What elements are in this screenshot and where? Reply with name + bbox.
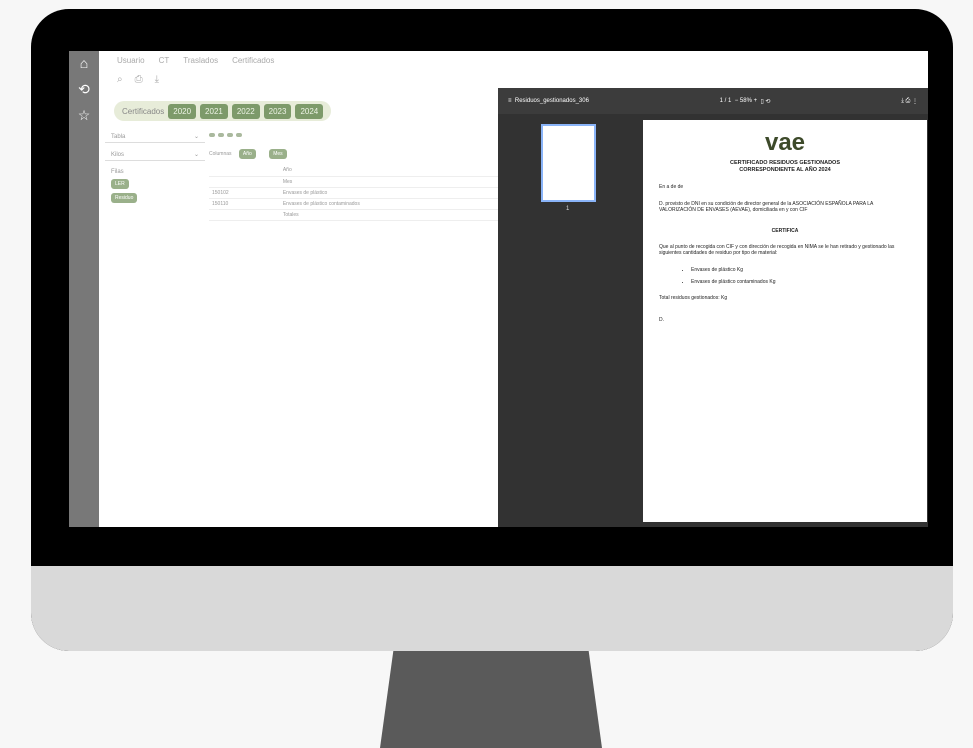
monitor-chin <box>31 566 953 651</box>
chevron-down-icon: ⌄ <box>193 134 199 140</box>
download-icon[interactable]: ⤓ <box>901 98 904 105</box>
more-icon[interactable]: ⋮ <box>912 98 918 105</box>
tabla-label: Tabla <box>111 133 126 140</box>
paragraph-1: D. provisto de DNI en su condición de di… <box>659 200 874 214</box>
signature-line: D. <box>659 317 664 323</box>
cell: 150102 <box>209 187 280 199</box>
thumbnail-number: 1 <box>566 206 570 212</box>
doc-title: CERTIFICADO RESIDUOS GESTIONADOS CORRESPO… <box>659 160 911 174</box>
total-line: Total residuos gestionados: Kg <box>659 294 728 301</box>
pdf-filename: Residuos_gestionados_306 <box>514 98 589 104</box>
cell <box>209 176 280 188</box>
aevae-logo: vae <box>764 129 806 156</box>
menu-icon[interactable]: ≡ <box>508 98 512 104</box>
chip-mes[interactable]: Mes <box>269 149 287 159</box>
print-icon[interactable]: ⎙ <box>135 74 143 85</box>
title-line-2: CORRESPONDIENTE AL AÑO 2024 <box>739 167 831 173</box>
toolbar: ⌕ ⎙ ⤓ <box>99 69 928 89</box>
chip-field[interactable] <box>209 133 215 137</box>
side-rail: ⌂ ⟲ ☆ <box>69 51 99 527</box>
page-indicator[interactable]: 1 / 1 <box>720 98 732 104</box>
filas-label: Filas <box>111 169 124 175</box>
year-2021[interactable]: 2021 <box>200 103 228 119</box>
place-date: En a de de <box>659 184 684 190</box>
chip-ano[interactable]: Año <box>238 149 256 159</box>
year-2024[interactable]: 2024 <box>295 103 324 119</box>
rotate-icon[interactable]: ⟲ <box>765 98 770 105</box>
year-2020[interactable]: 2020 <box>168 103 197 119</box>
year-selector: Certificados 2020 2021 2022 2023 2024 <box>114 101 332 121</box>
cell: 150110 <box>209 198 280 210</box>
chip-residuo[interactable]: Residuo <box>111 193 138 203</box>
star-icon[interactable]: ☆ <box>69 107 99 129</box>
columnas-row: Columnas Año Mes <box>209 147 539 161</box>
paragraph-2: Que al punto de recogida con CIF y con d… <box>659 243 895 257</box>
history-icon[interactable]: ⟲ <box>69 81 99 103</box>
list-item: Envases de plástico contaminados Kg <box>691 279 911 285</box>
title-line-1: CERTIFICADO RESIDUOS GESTIONADOS <box>729 160 840 166</box>
pivot-grid: Año Mes 150102 Envases de plástico 150110… <box>209 165 539 221</box>
kilos-select[interactable]: Kilos ⌄ <box>105 149 205 161</box>
page-thumbnail[interactable] <box>541 124 596 202</box>
cell <box>209 209 280 221</box>
pdf-toolbar: ≡ Residuos_gestionados_306 1 / 1 − 58% +… <box>498 88 928 114</box>
chevron-down-icon: ⌄ <box>193 152 199 158</box>
menu-certificados[interactable]: Certificados <box>232 56 274 65</box>
list-item: Envases de plástico Kg <box>691 267 911 273</box>
columnas-label: Columnas <box>209 151 232 157</box>
menu-ct[interactable]: CT <box>159 56 170 65</box>
monitor-stand <box>380 651 602 748</box>
menu-usuario[interactable]: Usuario <box>117 56 145 65</box>
screen: ⌂ ⟲ ☆ Usuario CT Traslados Certificados … <box>69 51 928 527</box>
zoom-in-icon[interactable]: + <box>754 98 758 104</box>
field-chips <box>209 133 539 137</box>
fit-icon[interactable]: ▯ <box>760 98 763 105</box>
tabla-select[interactable]: Tabla ⌄ <box>105 131 205 143</box>
chip-ler[interactable]: LER <box>111 179 129 189</box>
kilos-label: Kilos <box>111 151 125 158</box>
chip-field[interactable] <box>218 133 224 137</box>
pivot-config: Tabla ⌄ Kilos ⌄ Filas LER Residuo <box>105 131 205 205</box>
year-2023[interactable]: 2023 <box>263 103 292 119</box>
chip-field[interactable] <box>236 133 242 137</box>
search-icon[interactable]: ⌕ <box>117 74 123 85</box>
top-menu: Usuario CT Traslados Certificados <box>99 51 928 69</box>
print-icon[interactable]: ⎙ <box>906 98 911 105</box>
pivot-table: Columnas Año Mes Año Mes 150102 Envases d… <box>209 133 539 221</box>
home-icon[interactable]: ⌂ <box>69 55 99 77</box>
zoom-out-icon[interactable]: − <box>735 98 739 104</box>
chip-field[interactable] <box>227 133 233 137</box>
zoom-level[interactable]: 58% <box>740 98 752 104</box>
cell <box>209 165 280 177</box>
year-2022[interactable]: 2022 <box>231 103 260 119</box>
download-icon[interactable]: ⤓ <box>155 74 159 85</box>
pdf-viewer: ≡ Residuos_gestionados_306 1 / 1 − 58% +… <box>498 88 928 527</box>
menu-traslados[interactable]: Traslados <box>183 56 218 65</box>
monitor-bezel: ⌂ ⟲ ☆ Usuario CT Traslados Certificados … <box>31 9 953 651</box>
certificados-label: Certificados <box>122 106 165 116</box>
pdf-page: vae CERTIFICADO RESIDUOS GESTIONADOS CORR… <box>643 120 927 522</box>
certifica-heading: CERTIFICA <box>771 227 799 234</box>
material-list: Envases de plástico Kg Envases de plásti… <box>691 267 911 285</box>
